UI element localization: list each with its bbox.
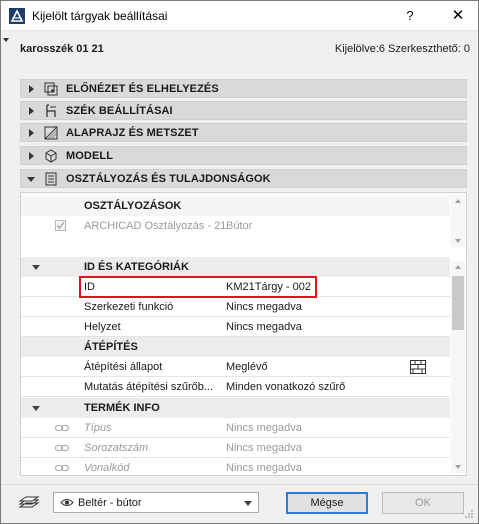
footer-divider — [1, 484, 478, 485]
renovation-group-header[interactable]: ÁTÉPÍTÉS — [21, 337, 450, 357]
property-name: Mutatás átépítési szűrőb... — [84, 381, 214, 393]
title-bar: Kijelölt tárgyak beállításai ? ✕ — [1, 1, 478, 31]
link-chain-icon — [55, 424, 69, 432]
table-row[interactable]: Típus Nincs megadva — [21, 418, 450, 438]
eye-icon — [60, 499, 74, 506]
property-name: Típus — [84, 422, 112, 434]
classification-title: OSZTÁLYOZÁSOK — [84, 200, 182, 212]
scroll-down-arrow-icon[interactable] — [455, 239, 461, 243]
section-label: ALAPRAJZ ÉS METSZET — [66, 127, 199, 139]
id-group-title: ID ÉS KATEGÓRIÁK — [84, 261, 189, 273]
table-row[interactable]: Átépítési állapot Meglévő — [21, 357, 450, 377]
selection-info: Kijelölve:6 Szerkeszthető: 0 — [334, 43, 470, 55]
property-value: Nincs megadva — [226, 462, 302, 474]
classification-value: Bútor — [226, 220, 253, 232]
pin-arrow-icon[interactable] — [3, 38, 9, 42]
link-chain-icon — [55, 464, 69, 472]
renovation-group-title: ÁTÉPÍTÉS — [84, 341, 138, 353]
window-title: Kijelölt tárgyak beállításai — [32, 9, 168, 23]
classification-row[interactable]: ARCHICAD Osztályozás - 21 Bútor — [21, 216, 450, 236]
scroll-up-arrow-icon[interactable] — [455, 199, 461, 203]
element-name: karosszék 01 21 — [20, 43, 104, 55]
ok-button[interactable]: OK — [382, 492, 464, 514]
id-group-header[interactable]: ID ÉS KATEGÓRIÁK — [21, 257, 450, 277]
property-value[interactable]: Minden vonatkozó szűrő — [226, 381, 345, 393]
property-name: Szerkezeti funkció — [84, 301, 174, 313]
table-row[interactable]: Vonalkód Nincs megadva — [21, 458, 450, 478]
floorplan-section-icon — [44, 126, 58, 140]
collapse-triangle-icon[interactable] — [32, 265, 40, 270]
layer-icon[interactable] — [18, 493, 40, 511]
classification-header: OSZTÁLYOZÁSOK — [21, 196, 450, 216]
expand-triangle-icon — [29, 85, 34, 93]
resize-grip-icon[interactable] — [464, 509, 474, 519]
table-row[interactable]: Sorozatszám Nincs megadva — [21, 438, 450, 458]
layer-dropdown[interactable]: Beltér - bútor — [53, 492, 259, 513]
classification-properties-icon — [45, 172, 57, 186]
archicad-app-icon — [9, 8, 25, 24]
model-cube-icon — [45, 149, 57, 163]
section-label: OSZTÁLYOZÁS ÉS TULAJDONSÁGOK — [66, 173, 271, 185]
classification-system: ARCHICAD Osztályozás - 21 — [84, 220, 227, 232]
property-name: Sorozatszám — [84, 442, 149, 454]
product-group-header[interactable]: TERMÉK INFO — [21, 398, 450, 418]
scrollbar-thumb[interactable] — [452, 276, 464, 330]
property-value: Nincs megadva — [226, 442, 302, 454]
section-chair-settings[interactable]: SZÉK BEÁLLÍTÁSAI — [20, 101, 467, 120]
property-name: Vonalkód — [84, 462, 130, 474]
section-floorplan-section[interactable]: ALAPRAJZ ÉS METSZET — [20, 123, 467, 142]
chair-settings-icon — [46, 104, 56, 117]
link-chain-icon — [55, 444, 69, 452]
chevron-down-icon — [244, 501, 252, 506]
section-preview-placement[interactable]: ELŐNÉZET ÉS ELHELYEZÉS — [20, 79, 467, 98]
property-value[interactable]: Nincs megadva — [226, 321, 302, 333]
collapse-triangle-icon — [27, 177, 35, 182]
cancel-button[interactable]: Mégse — [286, 492, 368, 514]
property-name: Átépítési állapot — [84, 361, 163, 373]
table-row[interactable]: Szerkezeti funkció Nincs megadva — [21, 297, 450, 317]
section-label: MODELL — [66, 150, 114, 162]
dialog-window: Kijelölt tárgyak beállításai ? ✕ karossz… — [0, 0, 479, 524]
help-button[interactable]: ? — [399, 5, 421, 27]
collapse-triangle-icon[interactable] — [32, 406, 40, 411]
product-group-title: TERMÉK INFO — [84, 402, 160, 414]
id-highlight-box — [79, 276, 317, 298]
section-label: ELŐNÉZET ÉS ELHELYEZÉS — [66, 83, 219, 95]
section-model[interactable]: MODELL — [20, 146, 467, 165]
section-classification-properties[interactable]: OSZTÁLYOZÁS ÉS TULAJDONSÁGOK — [20, 169, 467, 188]
brick-wall-icon — [410, 360, 426, 374]
property-value[interactable]: Nincs megadva — [226, 301, 302, 313]
table-row[interactable]: Helyzet Nincs megadva — [21, 317, 450, 337]
section-label: SZÉK BEÁLLÍTÁSAI — [66, 105, 173, 117]
expand-triangle-icon — [29, 107, 34, 115]
scroll-down-arrow-icon[interactable] — [455, 465, 461, 469]
expand-triangle-icon — [29, 152, 34, 160]
expand-triangle-icon — [29, 129, 34, 137]
layer-name: Beltér - bútor — [78, 497, 142, 509]
classification-scrollbar[interactable] — [451, 195, 465, 247]
table-row[interactable]: Mutatás átépítési szűrőb... Minden vonat… — [21, 377, 450, 397]
checkbox-icon[interactable] — [55, 220, 66, 231]
property-value: Nincs megadva — [226, 422, 302, 434]
scroll-up-arrow-icon[interactable] — [455, 265, 461, 269]
close-button[interactable]: ✕ — [447, 5, 469, 27]
property-name: Helyzet — [84, 321, 121, 333]
preview-placement-icon — [44, 82, 58, 96]
property-value[interactable]: Meglévő — [226, 361, 268, 373]
